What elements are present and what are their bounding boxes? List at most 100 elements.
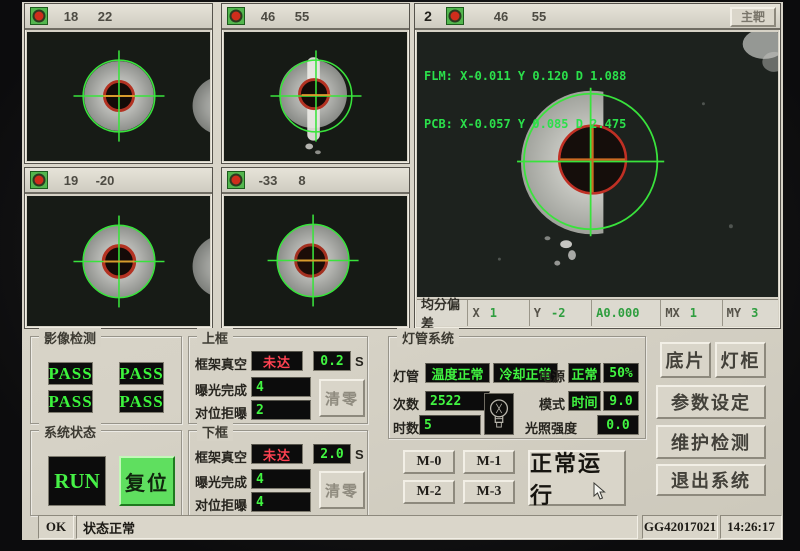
exposure-count: 4 xyxy=(251,469,311,489)
record-icon xyxy=(30,171,48,189)
camera-3-x: 19 xyxy=(56,173,86,188)
deviation-mx-value: 1 xyxy=(690,306,697,320)
m2-button[interactable]: M-2 xyxy=(403,480,455,504)
camera-1-header: 18 22 xyxy=(25,4,212,30)
camera-view-4: -33 8 xyxy=(221,167,410,329)
exposure-label: 曝光完成 xyxy=(195,472,247,491)
lamp-temp-status: 温度正常 xyxy=(425,363,490,383)
param-settings-button[interactable]: 参数设定 xyxy=(656,385,766,419)
lower-frame-group: 下框 框架真空 未达 2.0 S 曝光完成 4 对位拒曝 4 清零 xyxy=(188,430,368,516)
main-target-button[interactable]: 主靶 xyxy=(730,7,776,27)
intensity-value: 0.0 xyxy=(597,415,639,435)
reject-count: 2 xyxy=(251,400,311,420)
camera-main-y: 55 xyxy=(524,9,554,24)
pass-indicator-4: PASS xyxy=(119,390,164,413)
record-icon xyxy=(446,7,464,25)
alignment-readout: FLM: X-0.011 Y 0.120 D 1.088 PCB: X-0.05… xyxy=(424,36,626,164)
camera-2-image xyxy=(224,32,407,161)
camera-main-index: 2 xyxy=(415,8,441,24)
system-status-group: 系统状态 RUN 复位 xyxy=(30,430,182,516)
hours-label: 时数 xyxy=(393,418,419,437)
power-percent: 50% xyxy=(603,363,639,383)
vacuum-status: 未达 xyxy=(251,351,303,371)
camera-1-image xyxy=(27,32,210,161)
time-unit: S xyxy=(355,354,364,369)
camera-3-image xyxy=(27,196,210,326)
vacuum-time: 2.0 xyxy=(313,444,351,464)
image-detection-title: 影像检测 xyxy=(39,328,101,347)
record-icon xyxy=(30,7,48,25)
m1-button[interactable]: M-1 xyxy=(463,450,515,474)
film-button[interactable]: 底片 xyxy=(660,342,711,378)
lamp-system-group: 灯管系统 灯管 温度正常 冷却正常 电源 正常 50% 次数 2522 模式 时… xyxy=(388,336,646,439)
record-icon xyxy=(227,171,245,189)
camera-4-x: -33 xyxy=(253,173,283,188)
camera-main-image: FLM: X-0.011 Y 0.120 D 1.088 PCB: X-0.05… xyxy=(417,32,778,297)
camera-3-y: -20 xyxy=(90,173,120,188)
camera-main-header: 2 46 55 主靶 xyxy=(415,4,780,30)
camera-1-x: 18 xyxy=(56,9,86,24)
lower-frame-title: 下框 xyxy=(197,422,233,441)
maintenance-button[interactable]: 维护检测 xyxy=(656,425,766,459)
lamp-label: 灯管 xyxy=(393,366,419,385)
lamp-system-title: 灯管系统 xyxy=(397,328,459,347)
lamp-cabinet-button[interactable]: 灯柜 xyxy=(715,342,766,378)
deviation-mx-label: MX xyxy=(665,306,679,320)
camera-view-2: 46 55 xyxy=(221,3,410,164)
deviation-y-label: Y xyxy=(534,306,541,320)
deviation-y-value: -2 xyxy=(551,306,565,320)
camera-view-main: 2 46 55 主靶 xyxy=(414,3,781,329)
run-mode-label: 正常运行 xyxy=(530,446,624,510)
flm-readout: FLM: X-0.011 Y 0.120 D 1.088 xyxy=(424,68,626,84)
camera-4-image xyxy=(224,196,407,326)
status-message: 状态正常 xyxy=(76,515,638,539)
deviation-a-value: A0.000 xyxy=(596,306,639,320)
reset-button[interactable]: 复位 xyxy=(119,456,175,506)
status-time: 14:26:17 xyxy=(720,515,782,539)
exposure-count: 4 xyxy=(251,377,311,397)
deviation-my-value: 3 xyxy=(751,306,758,320)
intensity-label: 光照强度 xyxy=(525,418,577,437)
camera-view-1: 18 22 xyxy=(24,3,213,164)
upper-frame-title: 上框 xyxy=(197,328,233,347)
camera-3-header: 19 -20 xyxy=(25,168,212,194)
system-status-title: 系统状态 xyxy=(39,422,101,441)
pass-indicator-2: PASS xyxy=(119,362,164,385)
exit-system-button[interactable]: 退出系统 xyxy=(656,464,766,496)
camera-4-y: 8 xyxy=(287,173,317,188)
record-icon xyxy=(227,7,245,25)
m0-button[interactable]: M-0 xyxy=(403,450,455,474)
pass-indicator-1: PASS xyxy=(48,362,93,385)
monitor-photo: 18 22 46 55 xyxy=(0,0,800,551)
run-mode-button[interactable]: 正常运行 xyxy=(528,450,626,506)
deviation-x-label: X xyxy=(472,306,479,320)
mode-value: 时间 xyxy=(568,391,601,411)
camera-1-y: 22 xyxy=(90,9,120,24)
deviation-label: 均分偏差 xyxy=(421,294,463,332)
status-ok: OK xyxy=(38,515,74,539)
camera-2-header: 46 55 xyxy=(222,4,409,30)
camera-main-x: 46 xyxy=(486,9,516,24)
count-label: 次数 xyxy=(393,394,419,413)
upper-frame-group: 上框 框架真空 未达 0.2 S 曝光完成 4 对位拒曝 2 清零 xyxy=(188,336,368,424)
hours-value: 5 xyxy=(419,415,481,435)
vacuum-status: 未达 xyxy=(251,444,303,464)
deviation-my-label: MY xyxy=(727,306,741,320)
pcb-readout: PCB: X-0.057 Y 0.085 D 2.475 xyxy=(424,116,626,132)
reject-label: 对位拒曝 xyxy=(195,495,247,514)
cursor-icon xyxy=(593,482,606,500)
deviation-x-value: 1 xyxy=(490,306,497,320)
image-detection-group: 影像检测 PASS PASS PASS PASS xyxy=(30,336,182,424)
mode-label: 模式 xyxy=(539,394,565,413)
mode-time: 9.0 xyxy=(603,391,639,411)
run-indicator: RUN xyxy=(48,456,106,506)
upper-clear-button[interactable]: 清零 xyxy=(319,379,365,417)
vacuum-time: 0.2 xyxy=(313,351,351,371)
m3-button[interactable]: M-3 xyxy=(463,480,515,504)
reject-count: 4 xyxy=(251,492,311,512)
reject-label: 对位拒曝 xyxy=(195,403,247,422)
power-label: 电源 xyxy=(539,366,565,385)
deviation-row: 均分偏差 X1 Y-2 A0.000 MX1 MY3 xyxy=(417,299,778,326)
lower-clear-button[interactable]: 清零 xyxy=(319,471,365,509)
vacuum-label: 框架真空 xyxy=(195,354,247,373)
